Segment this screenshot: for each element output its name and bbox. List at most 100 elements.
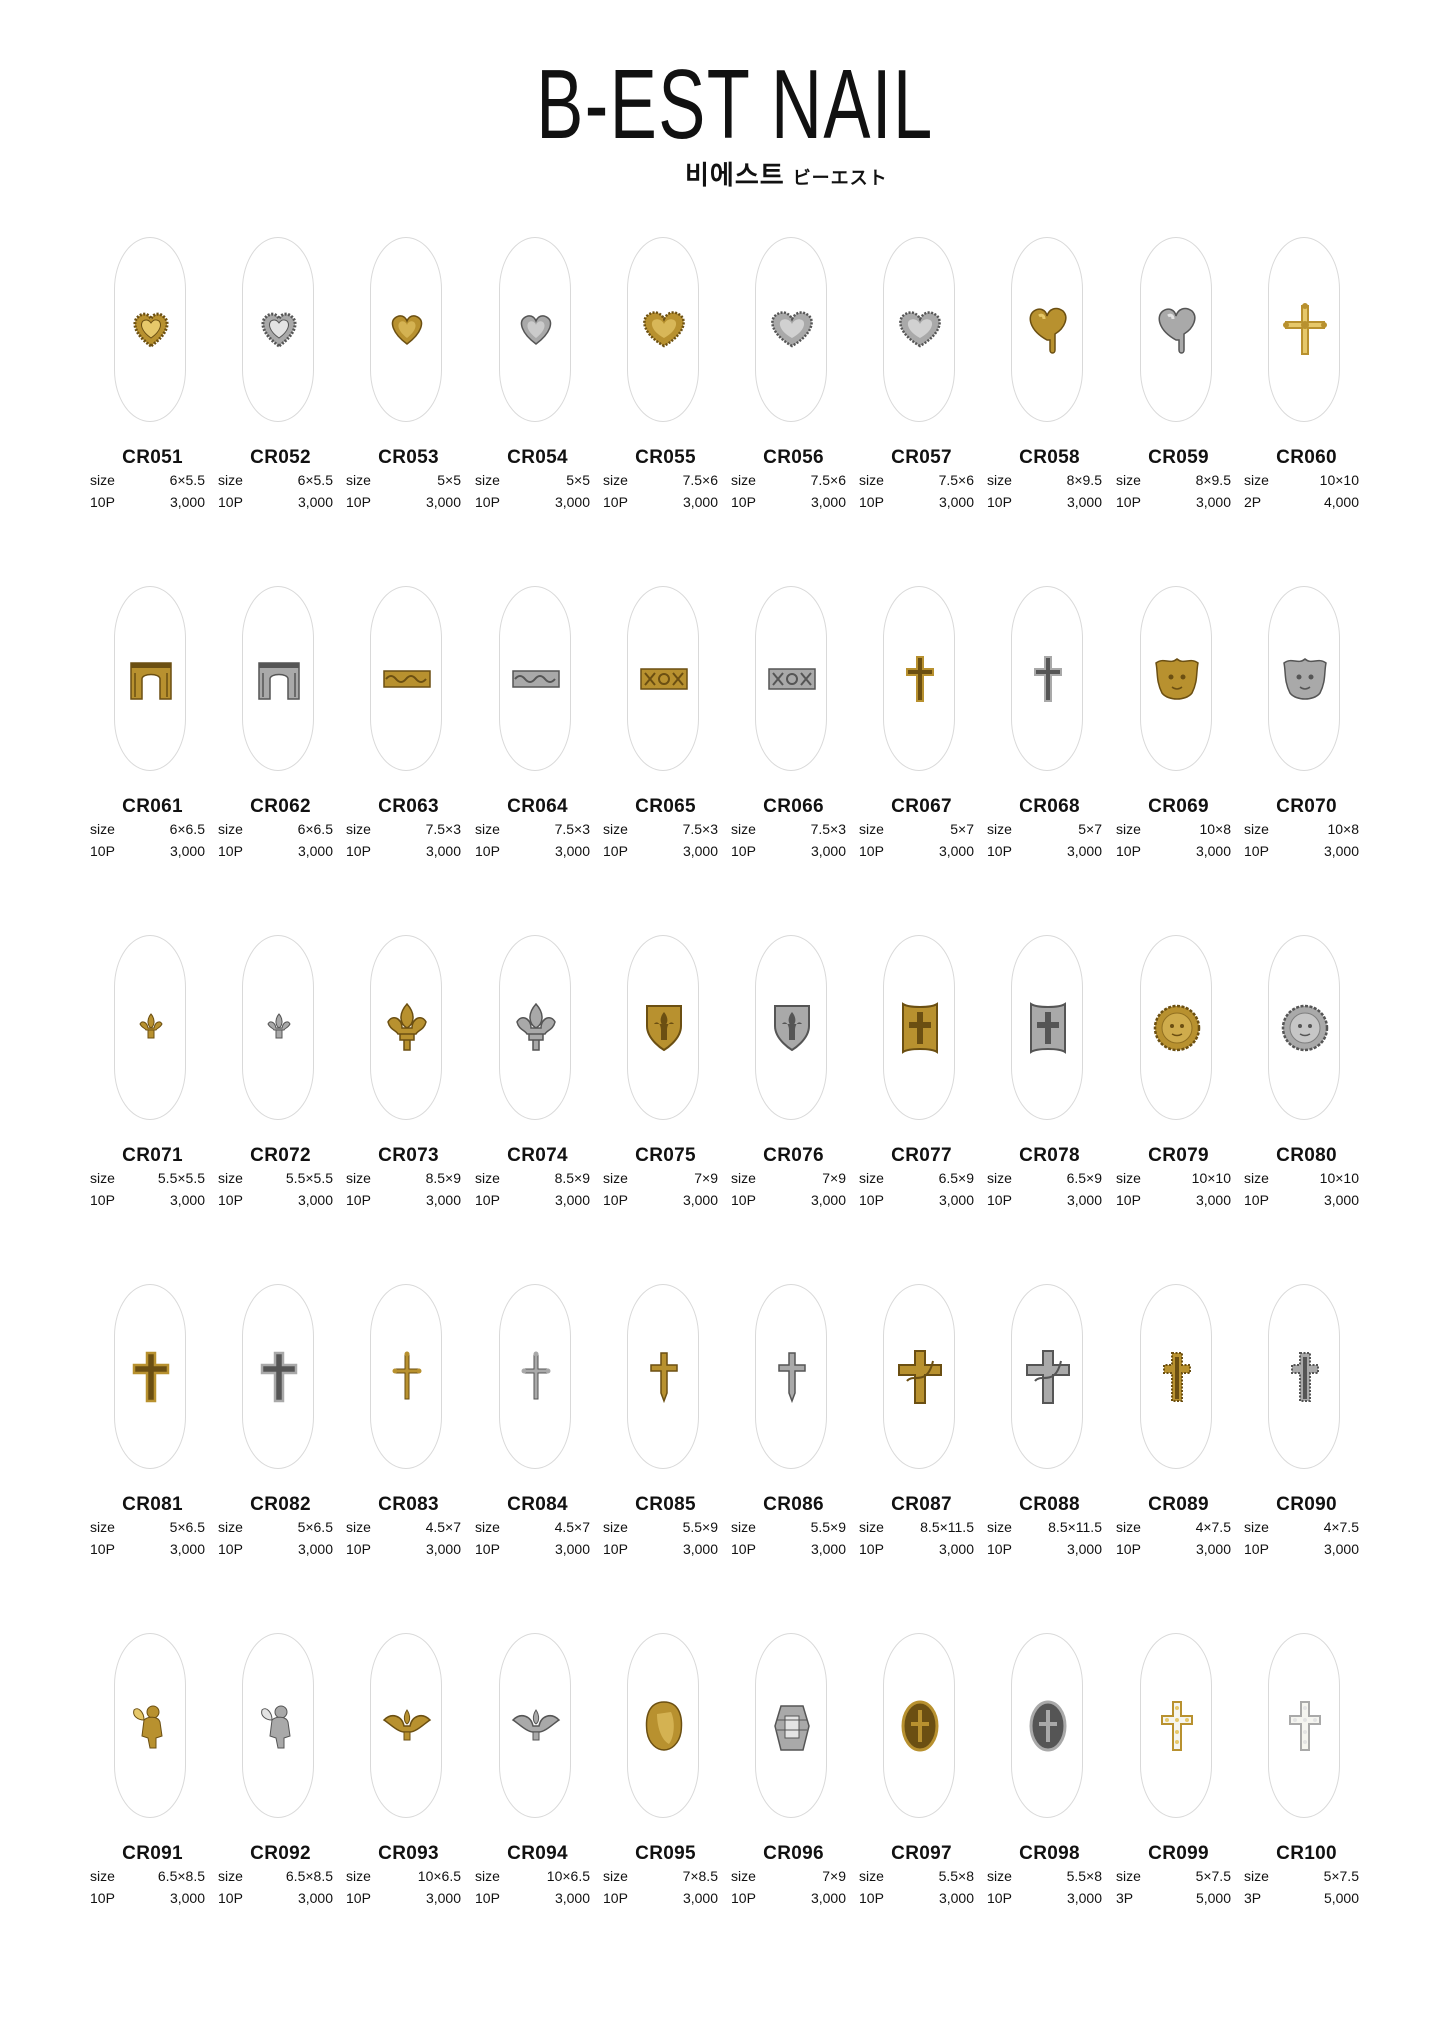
product-price: 5,000	[1323, 1890, 1359, 1906]
size-label: size	[90, 1519, 115, 1535]
product-code: CR062	[250, 796, 311, 817]
product-code: CR097	[891, 1843, 952, 1864]
charm-image	[639, 300, 689, 360]
product-price: 3,000	[682, 1192, 718, 1208]
charm-image	[1280, 1696, 1330, 1756]
charm-image	[895, 300, 945, 360]
product-price: 3,000	[938, 1192, 974, 1208]
charm-image	[126, 649, 176, 709]
charm-image	[639, 649, 689, 709]
product-item: CR061 size 6×6.5 10P 3,000	[90, 586, 215, 886]
product-code: CR083	[378, 1494, 439, 1515]
product-code: CR082	[250, 1494, 311, 1515]
charm-illustration	[133, 312, 169, 348]
product-price: 3,000	[938, 843, 974, 859]
product-price: 3,000	[1066, 1890, 1102, 1906]
product-code: CR053	[378, 447, 439, 468]
product-code: CR072	[250, 1145, 311, 1166]
nail-tip-outline	[499, 935, 571, 1120]
charm-image	[1280, 998, 1330, 1058]
product-quantity: 10P	[731, 494, 756, 510]
product-item: CR100 size 5×7.5 3P 5,000	[1244, 1633, 1369, 1933]
product-size: 5×7	[950, 821, 974, 837]
nail-tip-outline	[370, 1633, 442, 1818]
charm-illustration	[650, 1352, 678, 1404]
product-item: CR092 size 6.5×8.5 10P 3,000	[218, 1633, 343, 1933]
charm-image	[895, 998, 945, 1058]
product-size: 4×7.5	[1323, 1519, 1359, 1535]
product-code: CR071	[122, 1145, 183, 1166]
size-label: size	[218, 472, 243, 488]
product-item: CR095 size 7×8.5 10P 3,000	[603, 1633, 728, 1933]
nail-tip-outline	[499, 586, 571, 771]
product-code: CR061	[122, 796, 183, 817]
nail-tip-outline	[1268, 1284, 1340, 1469]
product-code: CR058	[1019, 447, 1080, 468]
product-size: 6.5×8.5	[157, 1868, 205, 1884]
charm-image	[639, 1347, 689, 1407]
product-price: 3,000	[425, 1890, 461, 1906]
nail-tip-outline	[627, 1284, 699, 1469]
product-size: 5×7	[1078, 821, 1102, 837]
product-price: 3,000	[1066, 494, 1102, 510]
product-price: 3,000	[1323, 843, 1359, 859]
charm-illustration	[906, 656, 934, 702]
charm-illustration	[1163, 1352, 1191, 1402]
charm-image	[1152, 300, 1202, 360]
charm-illustration	[1029, 1700, 1067, 1752]
size-label: size	[987, 1170, 1012, 1186]
charm-illustration	[1158, 307, 1196, 354]
size-label: size	[603, 821, 628, 837]
product-item: CR083 size 4.5×7 10P 3,000	[346, 1284, 471, 1584]
size-label: size	[859, 472, 884, 488]
product-item: CR087 size 8.5×11.5 10P 3,000	[859, 1284, 984, 1584]
product-quantity: 10P	[1116, 843, 1141, 859]
product-quantity: 10P	[90, 1541, 115, 1557]
product-price: 3,000	[554, 1192, 590, 1208]
product-code: CR089	[1148, 1494, 1209, 1515]
size-label: size	[1116, 1868, 1141, 1884]
product-quantity: 10P	[346, 1890, 371, 1906]
product-price: 3,000	[1195, 843, 1231, 859]
product-price: 3,000	[297, 494, 333, 510]
nail-tip-outline	[883, 1284, 955, 1469]
size-label: size	[603, 1868, 628, 1884]
product-size: 5.5×5.5	[285, 1170, 333, 1186]
size-label: size	[1244, 1519, 1269, 1535]
charm-illustration	[1030, 1002, 1066, 1054]
product-quantity: 10P	[603, 1192, 628, 1208]
size-label: size	[346, 1170, 371, 1186]
product-size: 6.5×9	[1066, 1170, 1102, 1186]
product-item: CR080 size 10×10 10P 3,000	[1244, 935, 1369, 1235]
product-price: 3,000	[938, 1890, 974, 1906]
size-label: size	[475, 1170, 500, 1186]
product-quantity: 10P	[987, 494, 1012, 510]
product-quantity: 10P	[475, 1192, 500, 1208]
product-quantity: 10P	[90, 843, 115, 859]
size-label: size	[90, 1170, 115, 1186]
charm-image	[895, 649, 945, 709]
product-code: CR100	[1276, 1843, 1337, 1864]
product-code: CR090	[1276, 1494, 1337, 1515]
charm-image	[1280, 300, 1330, 360]
product-code: CR088	[1019, 1494, 1080, 1515]
product-item: CR072 size 5.5×5.5 10P 3,000	[218, 935, 343, 1235]
charm-illustration	[771, 311, 813, 348]
product-quantity: 10P	[603, 1541, 628, 1557]
charm-image	[1152, 1696, 1202, 1756]
product-code: CR076	[763, 1145, 824, 1166]
size-label: size	[475, 472, 500, 488]
size-label: size	[1116, 821, 1141, 837]
product-item: CR099 size 5×7.5 3P 5,000	[1116, 1633, 1241, 1933]
product-item: CR056 size 7.5×6 10P 3,000	[731, 237, 856, 537]
charm-illustration	[1153, 1004, 1201, 1052]
charm-illustration	[1291, 1352, 1319, 1402]
product-quantity: 10P	[475, 1890, 500, 1906]
charm-image	[767, 1347, 817, 1407]
nail-tip-outline	[242, 237, 314, 422]
product-size: 10×10	[1319, 472, 1359, 488]
size-label: size	[731, 821, 756, 837]
product-price: 3,000	[554, 1890, 590, 1906]
charm-illustration	[774, 1705, 810, 1751]
product-size: 7.5×6	[682, 472, 718, 488]
